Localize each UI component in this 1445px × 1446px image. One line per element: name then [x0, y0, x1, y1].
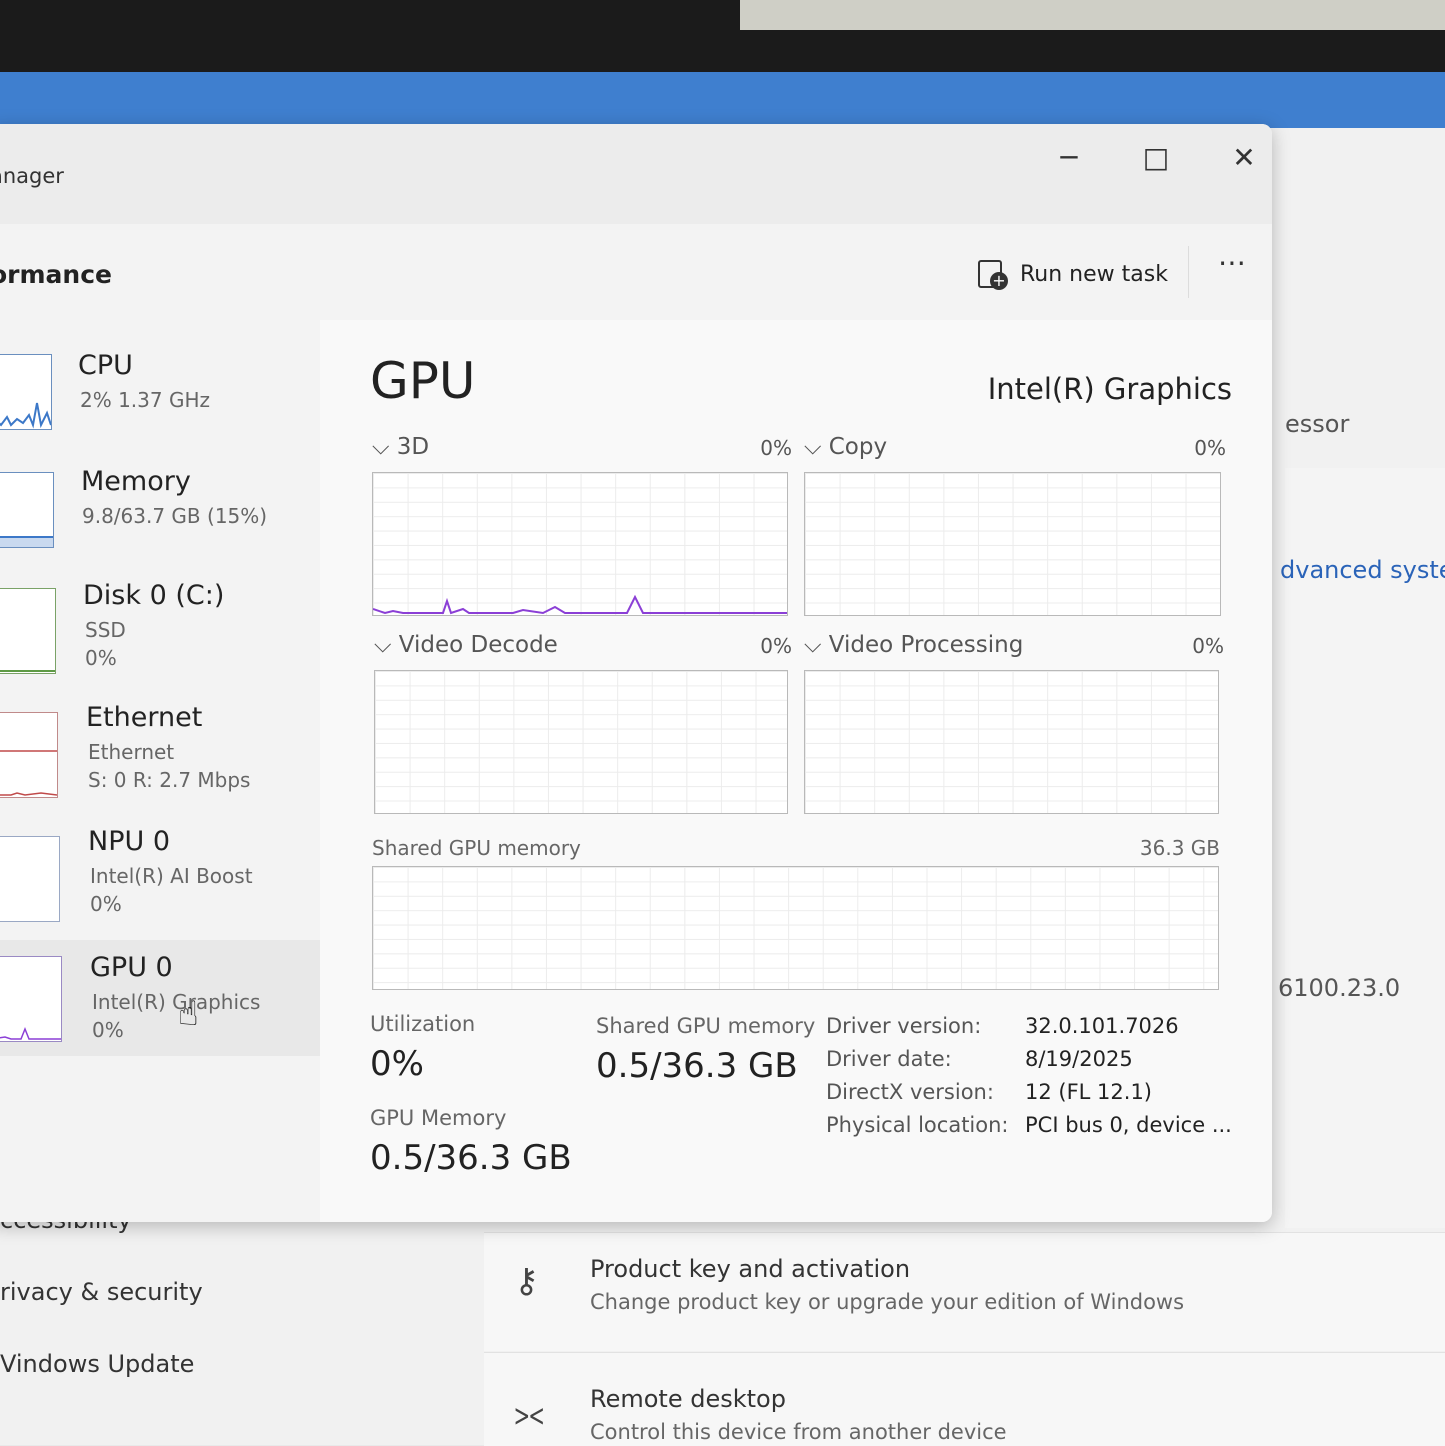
shared-memory-value: 0.5/36.3 GB: [596, 1046, 798, 1086]
sidebar-name: NPU 0: [88, 826, 171, 857]
title-bar[interactable]: anager ─ □ ✕: [0, 124, 1272, 224]
engine-percent: 0%: [760, 634, 792, 658]
utilization-label: Utilization: [370, 1012, 476, 1036]
chevron-down-icon: ⌵: [374, 632, 392, 658]
engine-label: Video Decode: [398, 632, 558, 658]
shared-memory-graph: [372, 866, 1219, 990]
engine-copy-graph: [804, 472, 1221, 616]
sidebar-name: Disk 0 (C:): [83, 580, 225, 611]
hand-cursor-icon: ☝: [178, 994, 199, 1034]
sidebar-sub: 0%: [92, 1018, 124, 1042]
driver-version-key: Driver version:: [826, 1014, 982, 1038]
close-button[interactable]: ✕: [1224, 138, 1264, 178]
engine-label: Copy: [828, 434, 888, 460]
sidebar-sub: 9.8/63.7 GB (15%): [82, 504, 268, 528]
chevron-down-icon: ⌵: [372, 434, 390, 460]
engine-percent: 0%: [1194, 436, 1226, 460]
directx-version-key: DirectX version:: [826, 1080, 994, 1104]
engine-percent: 0%: [1192, 634, 1224, 658]
chevron-down-icon: ⌵: [804, 434, 822, 460]
sidebar-sub: Intel(R) Graphics: [92, 990, 261, 1014]
page-title: ormance: [0, 260, 112, 289]
shared-memory-graph-label: Shared GPU memory: [372, 836, 581, 860]
sidebar-name: Ethernet: [86, 702, 203, 733]
sidebar-item-gpu[interactable]: GPU 0 Intel(R) Graphics 0%: [0, 940, 320, 1056]
bg-version-text: 6100.23.0: [1278, 974, 1401, 1002]
sidebar-item-ethernet[interactable]: Ethernet Ethernet S: 0 R: 2.7 Mbps: [0, 676, 320, 798]
gpu-title: GPU: [370, 352, 476, 410]
nav-privacy-security[interactable]: rivacy & security: [0, 1278, 203, 1306]
gpu-detail-panel: GPU Intel(R) Graphics ⌵ 3D 0% ⌵ Copy 0% …: [320, 320, 1272, 1222]
key-icon: ⚷: [514, 1261, 539, 1301]
gpu-thumbnail: [0, 956, 62, 1042]
gpu-model-name: Intel(R) Graphics: [987, 372, 1232, 406]
engine-label: 3D: [396, 434, 430, 460]
gpu-memory-label: GPU Memory: [370, 1106, 507, 1130]
engine-percent: 0%: [760, 436, 792, 460]
bg-processor-text: essor: [1285, 410, 1350, 438]
task-manager-window: anager ─ □ ✕ ormance + Run new task ⋯ CP…: [0, 124, 1272, 1222]
ethernet-thumbnail: [0, 712, 58, 798]
remote-desktop-card[interactable]: ⪥ Remote desktop Control this device fro…: [484, 1352, 1445, 1446]
engine-video-processing-graph: [804, 670, 1219, 814]
chevron-down-icon: ⌵: [804, 632, 822, 658]
sidebar-sub: Intel(R) AI Boost: [90, 864, 253, 888]
card-title: Remote desktop: [590, 1385, 786, 1413]
nav-windows-update[interactable]: Vindows Update: [0, 1350, 194, 1378]
physical-location-value: PCI bus 0, device ...: [1025, 1113, 1232, 1137]
shared-memory-graph-max: 36.3 GB: [1139, 836, 1220, 860]
bg-advanced-link[interactable]: dvanced syste: [1280, 556, 1445, 584]
more-options-button[interactable]: ⋯: [1218, 246, 1248, 279]
sidebar-sub: 2% 1.37 GHz: [80, 388, 211, 412]
desktop-background: [0, 72, 1445, 132]
sidebar-item-disk[interactable]: Disk 0 (C:) SSD 0%: [0, 552, 320, 674]
sidebar-sub: 0%: [85, 646, 117, 670]
driver-version-value: 32.0.101.7026: [1025, 1014, 1179, 1038]
performance-sidebar: CPU 2% 1.37 GHz Memory 9.8/63.7 GB (15%)…: [0, 320, 320, 1222]
command-bar: ormance + Run new task ⋯: [0, 224, 1272, 321]
run-new-task-label: Run new task: [1020, 261, 1168, 287]
sidebar-name: Memory: [81, 466, 191, 497]
sidebar-name: CPU: [78, 350, 133, 381]
maximize-button[interactable]: □: [1136, 138, 1176, 178]
gpu-memory-value: 0.5/36.3 GB: [370, 1138, 572, 1178]
directx-version-value: 12 (FL 12.1): [1025, 1080, 1152, 1104]
run-new-task-button[interactable]: + Run new task: [978, 254, 1168, 294]
remote-desktop-icon: ⪥: [514, 1393, 544, 1433]
run-task-icon: +: [978, 260, 1008, 290]
card-subtitle: Change product key or upgrade your editi…: [590, 1290, 1185, 1314]
sidebar-item-memory[interactable]: Memory 9.8/63.7 GB (15%): [0, 438, 320, 550]
physical-location-key: Physical location:: [826, 1113, 1009, 1137]
engine-3d-selector[interactable]: ⌵ 3D: [372, 434, 429, 460]
disk-thumbnail: [0, 588, 56, 674]
sidebar-sub: SSD: [85, 618, 126, 642]
product-key-card[interactable]: ⚷ Product key and activation Change prod…: [484, 1232, 1445, 1351]
minimize-button[interactable]: ─: [1049, 138, 1089, 178]
window-title: anager: [0, 164, 64, 188]
sidebar-item-npu[interactable]: NPU 0 Intel(R) AI Boost 0%: [0, 800, 320, 922]
card-subtitle: Control this device from another device: [590, 1420, 1007, 1444]
sidebar-sub: Ethernet: [88, 740, 175, 764]
engine-label: Video Processing: [828, 632, 1024, 658]
sidebar-sub: S: 0 R: 2.7 Mbps: [88, 768, 251, 792]
sidebar-name: GPU 0: [90, 952, 173, 983]
engine-video-decode-graph: [374, 670, 788, 814]
npu-thumbnail: [0, 836, 60, 922]
sidebar-item-cpu[interactable]: CPU 2% 1.37 GHz: [0, 320, 320, 432]
shared-memory-label: Shared GPU memory: [596, 1014, 816, 1038]
card-title: Product key and activation: [590, 1255, 911, 1283]
driver-date-value: 8/19/2025: [1025, 1047, 1133, 1071]
utilization-value: 0%: [370, 1044, 424, 1084]
engine-video-decode-selector[interactable]: ⌵ Video Decode: [374, 632, 558, 658]
command-divider: [1188, 246, 1189, 298]
sidebar-sub: 0%: [90, 892, 122, 916]
engine-video-processing-selector[interactable]: ⌵ Video Processing: [804, 632, 1023, 658]
engine-copy-selector[interactable]: ⌵ Copy: [804, 434, 887, 460]
driver-date-key: Driver date:: [826, 1047, 952, 1071]
engine-3d-graph: [372, 472, 788, 616]
monitor-reflection: [740, 0, 1445, 30]
cpu-thumbnail: [0, 354, 52, 430]
memory-thumbnail: [0, 472, 54, 548]
